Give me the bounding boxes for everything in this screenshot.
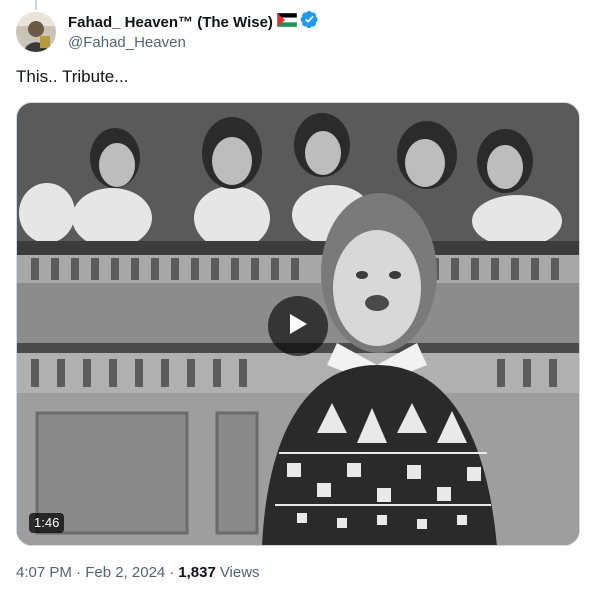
- display-name[interactable]: Fahad_ Heaven™ (The Wise): [68, 14, 273, 31]
- play-icon: [287, 312, 309, 341]
- avatar[interactable]: [16, 12, 56, 52]
- tweet-timestamp[interactable]: 4:07 PM · Feb 2, 2024: [16, 563, 165, 583]
- views-count: 1,837: [178, 564, 216, 581]
- display-name-row: Fahad_ Heaven™ (The Wise): [68, 10, 319, 34]
- tweet-text: This.. Tribute...: [16, 67, 129, 86]
- video-player[interactable]: 1:46: [16, 102, 580, 546]
- author-names: Fahad_ Heaven™ (The Wise) @Fahad_Heaven: [68, 10, 319, 51]
- verified-badge-icon[interactable]: [300, 10, 319, 34]
- palestine-flag-icon: [276, 12, 298, 32]
- tweet-header: Fahad_ Heaven™ (The Wise) @Fahad_Heaven: [16, 10, 319, 56]
- author-handle[interactable]: @Fahad_Heaven: [68, 34, 319, 51]
- views-label: Views: [219, 564, 260, 581]
- meta-separator: ·: [169, 564, 175, 581]
- play-button[interactable]: [268, 296, 328, 356]
- thread-connector-line: [35, 0, 37, 10]
- avatar-image: [16, 12, 56, 52]
- video-duration-badge: 1:46: [29, 513, 65, 533]
- tweet-meta: 4:07 PM · Feb 2, 2024 · 1,837 Views: [16, 563, 260, 583]
